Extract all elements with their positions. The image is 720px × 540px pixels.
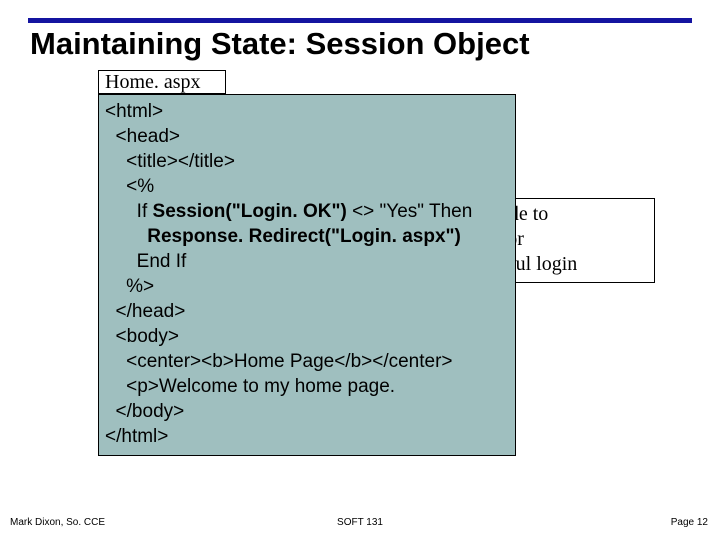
code-line: <center><b>Home Page</b></center> — [105, 351, 453, 372]
code-line: </html> — [105, 426, 168, 447]
code-line: If — [105, 201, 153, 222]
code-line: <body> — [105, 326, 179, 347]
slide-title: Maintaining State: Session Object — [30, 26, 530, 62]
code-line: %> — [105, 276, 154, 297]
top-rule — [28, 18, 692, 23]
footer-left: Mark Dixon, So. CCE — [10, 517, 105, 528]
code-line — [105, 226, 147, 247]
code-line: <> "Yes" Then — [347, 201, 472, 222]
code-line: End If — [105, 251, 186, 272]
code-line: <head> — [105, 126, 180, 147]
file-tab: Home. aspx — [98, 70, 226, 94]
code-line: <p>Welcome to my home page. — [105, 376, 395, 397]
code-line: <html> — [105, 101, 163, 122]
code-bold: Response. Redirect("Login. aspx") — [147, 226, 461, 247]
code-line: <title></title> — [105, 151, 235, 172]
footer-right: Page 12 — [671, 517, 708, 528]
footer-center: SOFT 131 — [337, 517, 383, 528]
code-line: </body> — [105, 401, 184, 422]
code-box: <html> <head> <title></title> <% If Sess… — [98, 94, 516, 456]
code-line: </head> — [105, 301, 185, 322]
code-bold: Session("Login. OK") — [153, 201, 347, 222]
code-line: <% — [105, 176, 154, 197]
